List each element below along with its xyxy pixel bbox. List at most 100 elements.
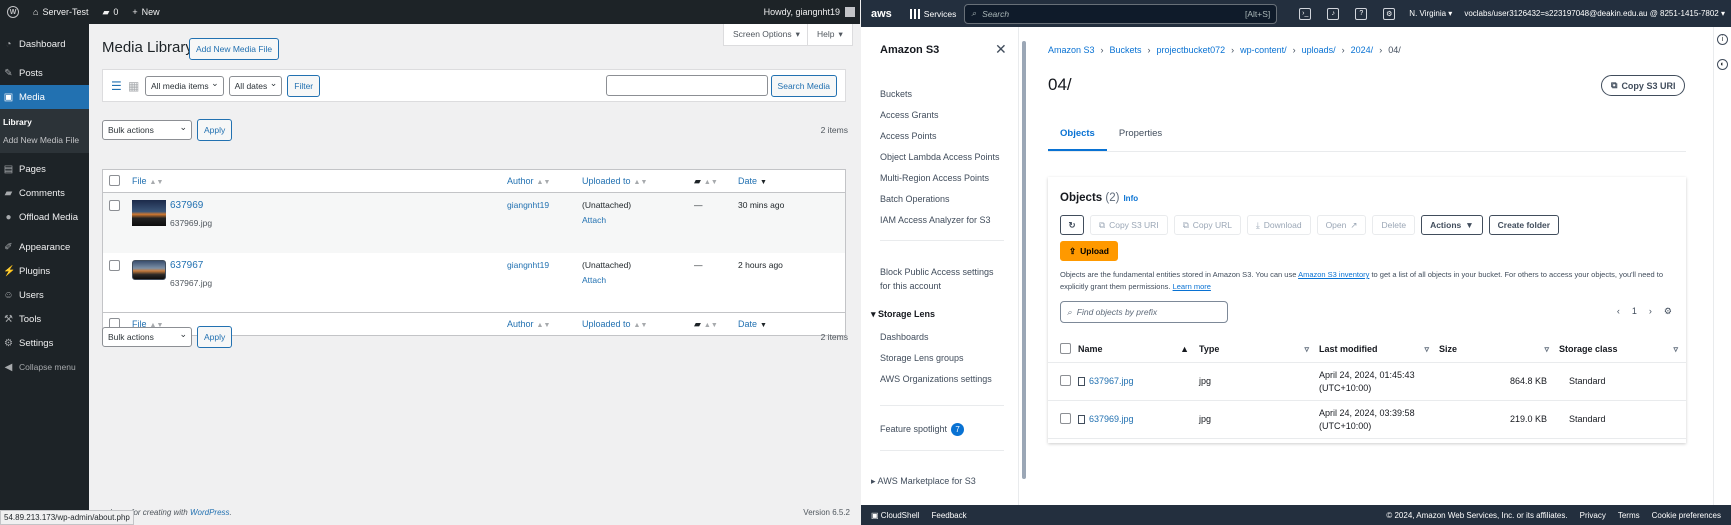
tab-objects[interactable]: Objects xyxy=(1048,117,1107,151)
column-uploaded-to[interactable]: Uploaded to ▲▼ xyxy=(576,169,688,193)
tab-properties[interactable]: Properties xyxy=(1107,117,1174,151)
nav-dashboards[interactable]: Dashboards xyxy=(880,332,929,342)
menu-pages[interactable]: ▤ Pages xyxy=(0,157,89,181)
column-author[interactable]: Author ▲▼ xyxy=(501,169,576,193)
attach-link[interactable]: Attach xyxy=(582,275,682,285)
menu-dashboard[interactable]: ◔ Dashboard xyxy=(0,32,89,56)
help-icon[interactable]: ? xyxy=(1355,7,1368,20)
menu-plugins[interactable]: ⚡ Plugins xyxy=(0,259,89,283)
crumb-bucket[interactable]: projectbucket072 xyxy=(1157,45,1226,55)
help-button[interactable]: Help ▾ xyxy=(807,24,853,46)
column-type[interactable]: Type ▿ xyxy=(1199,337,1319,363)
nav-access-points[interactable]: Access Points xyxy=(880,131,937,141)
submenu-add-new[interactable]: Add New Media File xyxy=(0,131,89,149)
comments-link[interactable]: ▰ 0 xyxy=(95,0,125,24)
feedback-icon[interactable]: ◐ xyxy=(1717,59,1728,70)
thumbnail-image[interactable] xyxy=(132,200,166,226)
account-menu[interactable]: voclabs/user3126432=s223197048@deakin.ed… xyxy=(1458,9,1731,18)
privacy-link[interactable]: Privacy xyxy=(1580,511,1606,520)
column-storage-class[interactable]: Storage class ▿ xyxy=(1559,337,1686,363)
info-link[interactable]: Info xyxy=(1123,194,1138,203)
terms-link[interactable]: Terms xyxy=(1618,511,1640,520)
nav-org-settings[interactable]: AWS Organizations settings xyxy=(880,374,992,384)
thumbnail-image[interactable] xyxy=(132,259,166,280)
close-icon[interactable]: ✕ xyxy=(995,41,1007,58)
file-title-link[interactable]: 637969 xyxy=(170,200,212,211)
filter-button[interactable]: Filter xyxy=(287,74,321,97)
crumb-buckets[interactable]: Buckets xyxy=(1110,45,1142,55)
upload-button[interactable]: ⇪ Upload xyxy=(1060,241,1118,261)
cloudshell-link[interactable]: ▣ CloudShell xyxy=(871,511,919,520)
search-media-button[interactable]: Search Media xyxy=(770,74,837,97)
nav-object-lambda[interactable]: Object Lambda Access Points xyxy=(880,152,1000,162)
nav-iam-analyzer[interactable]: IAM Access Analyzer for S3 xyxy=(880,215,991,225)
add-new-media-button[interactable]: Add New Media File xyxy=(189,38,280,60)
info-circle-icon[interactable]: i xyxy=(1717,34,1728,45)
crumb-wp-content[interactable]: wp-content/ xyxy=(1240,45,1287,55)
delete-button[interactable]: Delete xyxy=(1372,215,1416,235)
services-menu[interactable]: Services xyxy=(902,8,965,19)
menu-users[interactable]: ☺ Users xyxy=(0,283,89,307)
bulk-actions-select[interactable]: Bulk actions xyxy=(102,120,192,140)
nav-buckets[interactable]: Buckets xyxy=(880,89,912,99)
menu-media[interactable]: ▣ Media xyxy=(0,85,89,109)
s3-inventory-link[interactable]: Amazon S3 inventory xyxy=(1298,270,1369,279)
submenu-library[interactable]: Library xyxy=(0,113,89,131)
date-select[interactable]: All dates xyxy=(228,75,283,96)
open-button[interactable]: Open ↗ xyxy=(1316,215,1367,235)
cookie-preferences-link[interactable]: Cookie preferences xyxy=(1652,511,1721,520)
aws-logo[interactable]: aws xyxy=(861,8,902,20)
account-menu[interactable]: Howdy, giangnht19 xyxy=(764,7,860,17)
row-checkbox[interactable] xyxy=(109,200,120,211)
nav-marketplace[interactable]: ▸ AWS Marketplace for S3 xyxy=(871,476,976,487)
row-checkbox[interactable] xyxy=(1060,412,1071,424)
select-all-checkbox[interactable] xyxy=(109,174,120,186)
cloudshell-icon[interactable]: ›_ xyxy=(1299,7,1312,20)
row-checkbox[interactable] xyxy=(1060,374,1071,386)
copy-s3-uri-header-button[interactable]: ⧉ Copy S3 URI xyxy=(1601,75,1686,96)
menu-posts[interactable]: ✎ Posts xyxy=(0,61,89,85)
feedback-link[interactable]: Feedback xyxy=(931,511,966,520)
object-name-link[interactable]: 637967.jpg xyxy=(1089,376,1134,386)
nav-access-grants[interactable]: Access Grants xyxy=(880,110,939,120)
column-last-modified[interactable]: Last modified ▿ xyxy=(1319,337,1439,363)
file-title-link[interactable]: 637967 xyxy=(170,260,212,271)
grid-view-icon[interactable]: ▦ xyxy=(128,80,140,92)
find-objects-input[interactable]: ⌕ Find objects by prefix xyxy=(1060,301,1228,323)
region-selector[interactable]: N. Virginia ▾ xyxy=(1403,9,1458,18)
column-comments[interactable]: ▰ ▲▼ xyxy=(688,169,732,193)
column-name[interactable]: Name ▲ xyxy=(1078,337,1199,363)
copy-url-button[interactable]: ⧉ Copy URL xyxy=(1173,215,1241,235)
column-uploaded-footer[interactable]: Uploaded to ▲▼ xyxy=(576,312,688,336)
bulk-actions-select-bottom[interactable]: Bulk actions xyxy=(102,327,192,347)
learn-more-link[interactable]: Learn more xyxy=(1173,282,1211,291)
nav-block-public-access[interactable]: Block Public Access settings for this ac… xyxy=(880,265,1005,293)
prev-page-icon[interactable]: ‹ xyxy=(1617,306,1620,317)
aws-search-input[interactable]: ⌕ Search [Alt+S] xyxy=(964,3,1278,24)
crumb-uploads[interactable]: uploads/ xyxy=(1302,45,1336,55)
column-size[interactable]: Size ▿ xyxy=(1439,337,1559,363)
page-number[interactable]: 1 xyxy=(1632,306,1637,317)
column-file[interactable]: File ▲▼ xyxy=(126,169,501,193)
new-content-link[interactable]: + New xyxy=(125,0,166,24)
object-name-link[interactable]: 637969.jpg xyxy=(1089,414,1134,424)
create-folder-button[interactable]: Create folder xyxy=(1488,215,1560,235)
site-name-link[interactable]: ⌂ Server-Test xyxy=(26,0,95,24)
menu-settings[interactable]: ⚙ Settings xyxy=(0,331,89,355)
wordpress-link[interactable]: WordPress xyxy=(190,508,230,517)
crumb-2024[interactable]: 2024/ xyxy=(1351,45,1374,55)
nav-batch-operations[interactable]: Batch Operations xyxy=(880,194,950,204)
screen-options-button[interactable]: Screen Options ▾ xyxy=(723,24,810,46)
author-link[interactable]: giangnht19 xyxy=(507,200,549,210)
attach-link[interactable]: Attach xyxy=(582,215,682,225)
gear-icon[interactable]: ⚙ xyxy=(1383,7,1396,20)
nav-feature-spotlight[interactable]: Feature spotlight 7 xyxy=(880,423,965,436)
column-comments-footer[interactable]: ▰ ▲▼ xyxy=(688,312,732,336)
nav-multi-region[interactable]: Multi-Region Access Points xyxy=(880,173,989,183)
select-all-checkbox[interactable] xyxy=(1060,342,1071,354)
preferences-gear-icon[interactable]: ⚙ xyxy=(1664,306,1672,317)
media-type-select[interactable]: All media items xyxy=(145,75,224,96)
nav-lens-groups[interactable]: Storage Lens groups xyxy=(880,353,964,363)
menu-tools[interactable]: ⚒ Tools xyxy=(0,307,89,331)
apply-button-bottom[interactable]: Apply xyxy=(197,326,233,348)
